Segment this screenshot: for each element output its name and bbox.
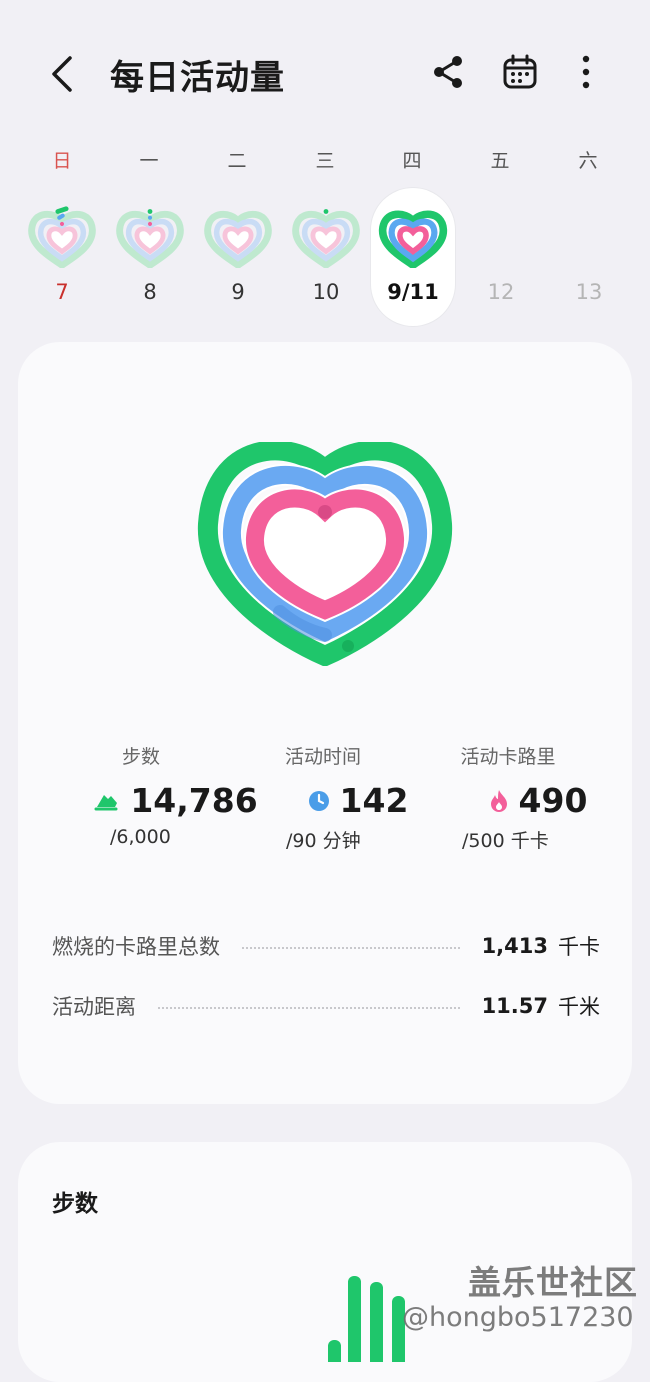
steps-stat: 步数 14,786 /6,000 (76, 742, 276, 848)
top-app-bar: 每日活动量 (0, 0, 650, 140)
weekday-label: 五 (490, 150, 510, 172)
chevron-left-icon[interactable] (44, 52, 84, 96)
dotted-leader (242, 947, 460, 949)
activity-heart-icon (116, 209, 184, 268)
watermark-text: 盖乐世社区 (468, 1263, 638, 1302)
day-number: 10 (312, 280, 340, 304)
more-vertical-icon[interactable] (566, 52, 606, 92)
activity-heart-icon (204, 210, 272, 268)
day-number: 9/11 (387, 280, 439, 304)
calendar-icon[interactable] (500, 52, 540, 92)
distance-unit: 千米 (558, 995, 600, 1019)
day-cell: 12 (459, 188, 543, 326)
active-time-stat: 活动时间 142 /90 分钟 (258, 742, 458, 853)
day-number: 13 (575, 280, 603, 304)
day-cell: 13 (547, 188, 631, 326)
weekday-label: 六 (578, 150, 598, 172)
activity-summary-card: 步数 14,786 /6,000 活动时间 142 /90 分钟 活动卡路里 4… (18, 342, 632, 1104)
active-calories-label: 活动卡路里 (460, 746, 556, 768)
activity-heart-icon (28, 206, 96, 268)
total-calories-value: 1,413 (481, 934, 548, 958)
active-time-value: 142 (339, 781, 409, 820)
day-cell[interactable]: 9 (196, 188, 280, 326)
activity-heart-icon (378, 210, 448, 268)
total-calories-label: 燃烧的卡路里总数 (52, 935, 220, 959)
day-number: 9 (231, 280, 245, 304)
steps-label: 步数 (121, 746, 160, 768)
share-icon[interactable] (428, 52, 468, 92)
weekday-header: 日 一 二 三 四 五 六 (0, 146, 650, 176)
day-cell[interactable]: 8 (108, 188, 192, 326)
active-calories-stat: 活动卡路里 490 /500 千卡 (438, 742, 638, 853)
active-calories-value: 490 (518, 781, 588, 820)
day-number: 12 (487, 280, 515, 304)
distance-row: 活动距离 11.57 千米 (52, 986, 600, 1026)
shoe-icon (94, 794, 118, 810)
active-calories-goal: /500 千卡 (462, 830, 549, 852)
clock-icon (308, 790, 329, 811)
weekday-label: 四 (402, 150, 422, 172)
active-time-goal: /90 分钟 (286, 830, 361, 852)
activity-heart-icon (292, 209, 360, 268)
day-cell[interactable]: 7 (20, 188, 104, 326)
weekday-label: 日 (52, 150, 72, 172)
weekday-label: 三 (315, 150, 335, 172)
weekday-label: 二 (227, 150, 247, 172)
page-title: 每日活动量 (110, 58, 285, 98)
total-calories-row: 燃烧的卡路里总数 1,413 千卡 (52, 926, 600, 966)
flame-icon (490, 789, 507, 812)
weekday-label: 一 (139, 150, 159, 172)
steps-value: 14,786 (130, 781, 258, 820)
day-cell-selected[interactable]: 9/11 (371, 188, 455, 326)
activity-rings-heart-icon (197, 442, 453, 666)
day-number: 7 (55, 280, 69, 304)
distance-label: 活动距离 (52, 995, 136, 1019)
watermark-handle: @hongbo517230 (402, 1302, 634, 1333)
day-number: 8 (143, 280, 157, 304)
day-cell[interactable]: 10 (284, 188, 368, 326)
dotted-leader (158, 1007, 460, 1009)
total-calories-unit: 千卡 (558, 935, 600, 959)
distance-value: 11.57 (481, 994, 548, 1018)
active-time-label: 活动时间 (284, 746, 361, 768)
steps-card-title: 步数 (52, 1191, 98, 1217)
steps-goal: /6,000 (110, 826, 171, 848)
